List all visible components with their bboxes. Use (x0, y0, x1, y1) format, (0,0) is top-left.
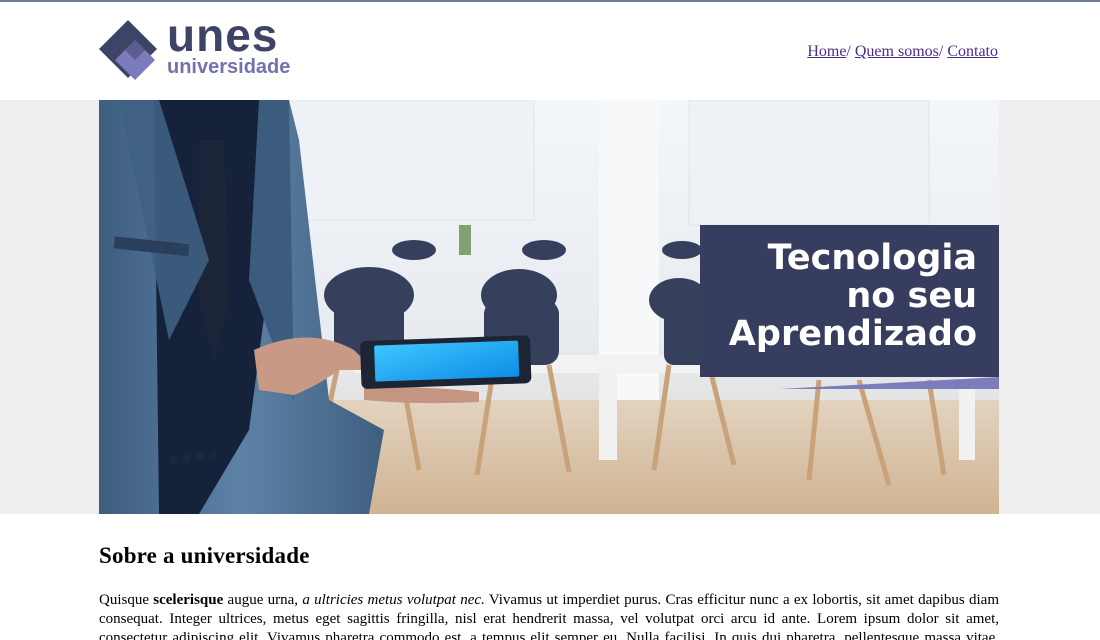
about-heading: Sobre a universidade (99, 543, 310, 568)
paragraph-text: augue urna, (223, 592, 303, 608)
nav-link-contato[interactable]: Contato (947, 43, 998, 60)
logo-subtitle: universidade (167, 56, 291, 78)
about-paragraph: Quisque scelerisque augue urna, a ultric… (99, 591, 999, 640)
paragraph-text: Quisque (99, 592, 154, 608)
logo-diamond-icon (99, 20, 157, 80)
nav-separator: / (846, 43, 855, 60)
paragraph-bold-text: scelerisque (153, 592, 224, 608)
hero-title: Tecnologia no seu Aprendizado (700, 225, 999, 377)
hero-banner: Tecnologia no seu Aprendizado (99, 100, 999, 514)
main-nav: Home/ Quem somos/ Contato (807, 43, 998, 61)
hero-title-line: no seu (846, 276, 977, 316)
hero-title-line: Aprendizado (728, 314, 977, 354)
logo[interactable]: unes universidade (99, 12, 319, 82)
nav-link-quem-somos[interactable]: Quem somos (855, 43, 939, 60)
hero-title-line: Tecnologia (767, 238, 977, 278)
nav-link-home[interactable]: Home (807, 43, 846, 60)
site-header: unes universidade Home/ Quem somos/ Cont… (0, 2, 1100, 100)
logo-name: unes (167, 9, 279, 61)
paragraph-italic-text: a ultricies metus volutpat nec. (302, 592, 485, 608)
hero-accent-stripe (780, 377, 999, 389)
